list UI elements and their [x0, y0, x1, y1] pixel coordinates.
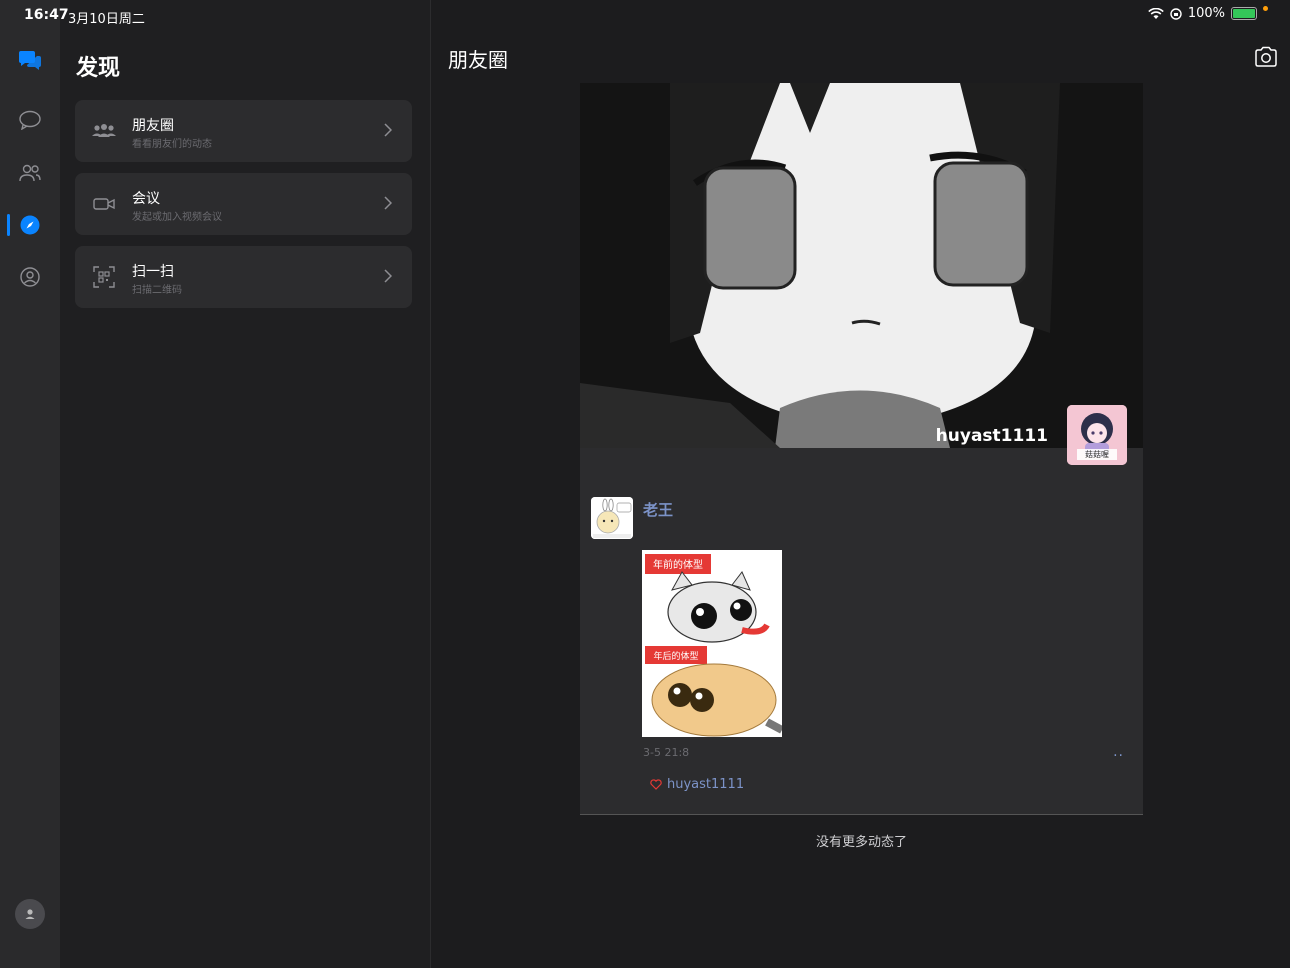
status-indicators: 100% [1148, 6, 1268, 21]
menu-label: 朋友圈 [132, 118, 174, 134]
bunny-avatar-illustration [591, 497, 633, 539]
cover-username[interactable]: huyast1111 [936, 426, 1048, 446]
orientation-lock-icon [1170, 7, 1182, 20]
post-more-button[interactable]: ·· [1113, 748, 1124, 764]
post-timestamp: 3-5 21:8 [643, 746, 690, 759]
post-image[interactable]: 年前的体型 年后的体型 [642, 550, 782, 737]
status-time: 16:47 [24, 7, 69, 23]
scan-icon [91, 265, 117, 289]
menu-label: 扫一扫 [132, 264, 174, 280]
privacy-indicator-dot [1263, 6, 1268, 11]
avatar-illustration: 菇菇喔 [1067, 405, 1127, 465]
menu-sublabel: 发起或加入视频会议 [132, 212, 222, 223]
status-date: 3月10日周二 [68, 12, 145, 27]
user-avatar[interactable] [15, 899, 45, 929]
moments-page: 朋友圈 huyast1111 菇菇喔 老王 年前的体型 年后的体型 3-5 21… [431, 0, 1290, 968]
chevron-right-icon [384, 269, 392, 283]
menu-label: 会议 [132, 191, 160, 207]
video-icon [91, 192, 117, 216]
discover-title: 发现 [76, 56, 121, 81]
battery-icon [1231, 7, 1257, 20]
cover-illustration [580, 83, 1143, 448]
cover-image[interactable] [580, 83, 1143, 448]
contacts-icon[interactable] [15, 158, 45, 188]
post-likes: huyast1111 [650, 777, 744, 792]
post-author-name[interactable]: 老王 [643, 499, 673, 520]
cover-avatar[interactable]: 菇菇喔 [1067, 405, 1127, 465]
camera-icon[interactable] [1254, 46, 1278, 68]
post-author-avatar[interactable] [591, 497, 633, 539]
page-title: 朋友圈 [448, 48, 508, 72]
chats-icon[interactable] [15, 46, 45, 76]
discover-icon[interactable] [15, 210, 45, 240]
status-bar: 16:47 3月10日周二 100% [0, 0, 1290, 30]
post-meme-illustration: 年前的体型 年后的体型 [642, 550, 782, 737]
person-icon [25, 909, 35, 919]
moments-feed: huyast1111 菇菇喔 老王 年前的体型 年后的体型 3-5 21:8 ·… [580, 83, 1143, 815]
menu-sublabel: 看看朋友们的动态 [132, 139, 212, 150]
messages-icon[interactable] [15, 105, 45, 135]
discover-panel: 发现 朋友圈 看看朋友们的动态 会议 发起或加入视频会议 扫一扫 扫描二维码 [60, 0, 431, 968]
menu-sublabel: 扫描二维码 [132, 285, 182, 296]
chevron-right-icon [384, 123, 392, 137]
group-icon [91, 119, 117, 143]
end-of-feed-text: 没有更多动态了 [815, 835, 907, 850]
profile-icon[interactable] [15, 262, 45, 292]
chevron-right-icon [384, 196, 392, 210]
liked-by-user[interactable]: huyast1111 [667, 777, 744, 792]
menu-item-moments[interactable]: 朋友圈 看看朋友们的动态 [75, 100, 412, 162]
meme-caption-bottom: 年后的体型 [653, 650, 698, 662]
battery-percent: 100% [1187, 6, 1225, 21]
menu-item-meeting[interactable]: 会议 发起或加入视频会议 [75, 173, 412, 235]
heart-icon [650, 779, 662, 790]
wifi-icon [1148, 7, 1164, 19]
avatar-caption: 菇菇喔 [1085, 449, 1109, 459]
menu-item-scan[interactable]: 扫一扫 扫描二维码 [75, 246, 412, 308]
meme-caption-top: 年前的体型 [653, 558, 703, 571]
active-tab-indicator [7, 214, 10, 236]
icon-rail [0, 0, 60, 968]
